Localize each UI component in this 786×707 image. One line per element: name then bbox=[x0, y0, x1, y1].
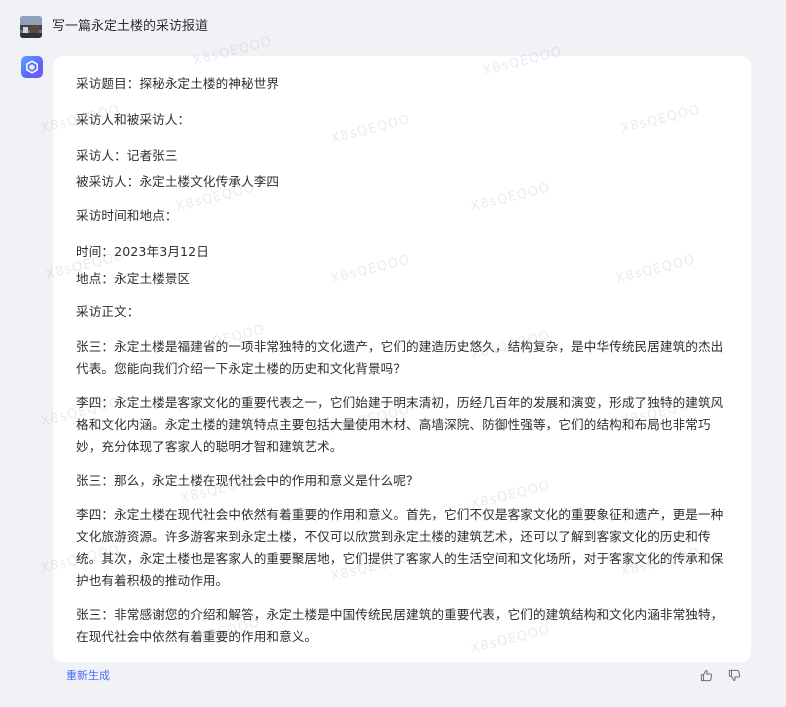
section-heading-time-place: 采访时间和地点： bbox=[76, 208, 178, 223]
dialogue-paragraph: 张三：那么，永定土楼在现代社会中的作用和意义是什么呢？ bbox=[76, 473, 419, 488]
regenerate-button[interactable]: 重新生成 bbox=[66, 668, 110, 684]
answer-card: 采访题目：探秘永定土楼的神秘世界 采访人和被采访人： 采访人：记者张三 被采访人… bbox=[53, 56, 751, 662]
bot-logo-icon bbox=[21, 56, 43, 78]
thumbs-up-icon[interactable] bbox=[698, 667, 714, 683]
dialogue-paragraph: 张三：永定土楼是福建省的一项非常独特的文化遗产，它们的建造历史悠久，结构复杂，是… bbox=[76, 339, 724, 376]
interviewee-line: 被采访人：永定土楼文化传承人李四 bbox=[76, 174, 280, 189]
user-message: 写一篇永定土楼的采访报道 bbox=[20, 15, 208, 39]
section-heading-participants: 采访人和被采访人： bbox=[76, 112, 191, 127]
user-avatar bbox=[20, 16, 42, 38]
thumbs-down-icon[interactable] bbox=[726, 667, 742, 683]
dialogue-paragraph: 张三：非常感谢您的介绍和解答，永定土楼是中国传统民居建筑的重要代表，它们的建筑结… bbox=[76, 607, 724, 644]
interviewer-line: 采访人：记者张三 bbox=[76, 148, 178, 163]
user-prompt-text: 写一篇永定土楼的采访报道 bbox=[52, 19, 209, 34]
dialogue-paragraph: 李四：永定土楼在现代社会中依然有着重要的作用和意义。首先，它们不仅是客家文化的重… bbox=[76, 507, 724, 588]
chat-page: 写一篇永定土楼的采访报道 采访题目：探秘永定土楼的神秘世界 采访人和被采访人： … bbox=[0, 0, 786, 707]
interview-title: 采访题目：探秘永定土楼的神秘世界 bbox=[76, 76, 280, 91]
section-heading-body: 采访正文： bbox=[76, 304, 140, 319]
dialogue-paragraph: 李四：永定土楼是客家文化的重要代表之一，它们始建于明末清初，历经几百年的发展和演… bbox=[76, 395, 724, 454]
place-line: 地点：永定土楼景区 bbox=[76, 271, 191, 286]
time-line: 时间：2023年3月12日 bbox=[76, 244, 209, 259]
